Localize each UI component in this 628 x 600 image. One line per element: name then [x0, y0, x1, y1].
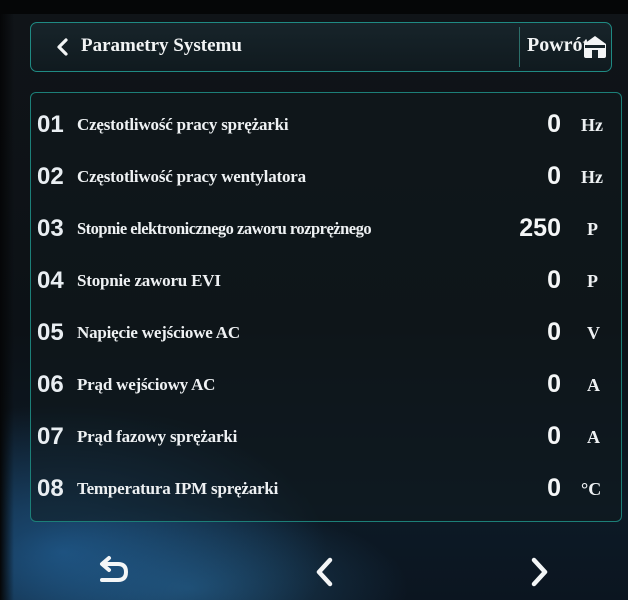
parameter-unit: Hz [581, 115, 603, 135]
parameter-number: 07 [37, 423, 64, 450]
parameter-unit: Hz [581, 167, 603, 187]
parameter-row: 02 Częstotliwość pracy wentylatora 0 Hz [31, 155, 623, 203]
home-icon[interactable] [581, 32, 609, 60]
bezel-left [0, 0, 14, 600]
parameter-value: 250 [519, 214, 561, 242]
parameter-value: 0 [547, 474, 561, 502]
back-chevron-icon[interactable] [53, 35, 71, 59]
parameter-label: Częstotliwość pracy sprężarki [77, 115, 289, 134]
parameter-value: 0 [547, 162, 561, 190]
parameter-label: Stopnie zaworu EVI [77, 271, 221, 290]
header-bar: Parametry Systemu Powrót [30, 22, 612, 72]
parameter-number: 03 [37, 215, 64, 242]
return-button-label[interactable]: Powrót [527, 34, 589, 57]
parameters-panel: 01 Częstotliwość pracy sprężarki 0 Hz 02… [30, 92, 622, 522]
bezel-top [0, 0, 628, 14]
parameter-number: 06 [37, 371, 64, 398]
parameter-label: Stopnie elektronicznego zaworu rozprężne… [77, 219, 372, 238]
parameter-label: Napięcie wejściowe AC [77, 323, 240, 342]
parameter-row: 03 Stopnie elektronicznego zaworu rozprę… [31, 207, 623, 255]
parameter-row: 05 Napięcie wejściowe AC 0 V [31, 311, 623, 359]
parameter-row: 07 Prąd fazowy sprężarki 0 A [31, 415, 623, 463]
parameter-unit: A [587, 375, 600, 395]
parameter-value: 0 [547, 422, 561, 450]
parameter-value: 0 [547, 266, 561, 294]
parameter-row: 06 Prąd wejściowy AC 0 A [31, 363, 623, 411]
parameter-row: 04 Stopnie zaworu EVI 0 P [31, 259, 623, 307]
parameter-row: 01 Częstotliwość pracy sprężarki 0 Hz [31, 103, 623, 151]
parameter-label: Prąd fazowy sprężarki [77, 427, 238, 446]
parameter-number: 05 [37, 319, 64, 346]
parameter-value: 0 [547, 370, 561, 398]
parameter-unit: V [587, 323, 600, 343]
parameter-unit: P [587, 219, 598, 239]
parameter-value: 0 [547, 110, 561, 138]
system-parameters-screen: Parametry Systemu Powrót 01 Częstotliwoś… [0, 0, 628, 600]
parameter-number: 02 [37, 163, 64, 190]
parameter-label: Temperatura IPM sprężarki [77, 479, 279, 498]
parameter-number: 01 [37, 111, 64, 138]
parameter-value: 0 [547, 318, 561, 346]
header-divider [519, 27, 520, 67]
parameter-label: Częstotliwość pracy wentylatora [77, 167, 306, 186]
parameter-unit: A [587, 427, 600, 447]
return-arrow-icon[interactable] [88, 548, 138, 596]
chevron-right-icon[interactable] [514, 548, 564, 596]
parameter-label: Prąd wejściowy AC [77, 375, 216, 394]
parameter-number: 04 [37, 267, 64, 294]
page-title: Parametry Systemu [81, 35, 242, 56]
parameter-unit: °C [581, 479, 602, 499]
chevron-left-icon[interactable] [300, 548, 350, 596]
parameter-row: 08 Temperatura IPM sprężarki 0 °C [31, 467, 623, 515]
parameter-unit: P [587, 271, 598, 291]
parameter-number: 08 [37, 475, 64, 502]
